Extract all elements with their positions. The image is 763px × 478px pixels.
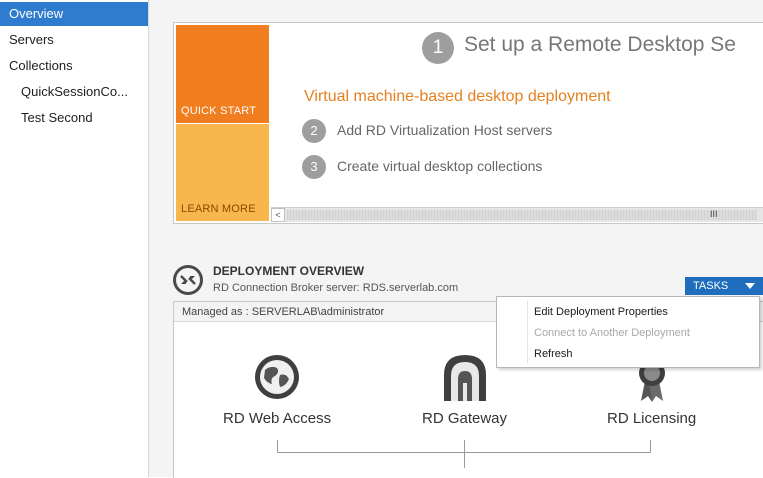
horizontal-scrollbar[interactable]: < III: [271, 207, 763, 222]
quick-start-title: Set up a Remote Desktop Se: [464, 33, 736, 56]
menu-item-edit-deployment-properties[interactable]: Edit Deployment Properties: [497, 301, 759, 323]
main-content: QUICK START LEARN MORE 1 Set up a Remote…: [149, 0, 763, 478]
connector-line: [650, 440, 651, 453]
quick-start-tile[interactable]: QUICK START: [176, 25, 269, 123]
role-label-web-access[interactable]: RD Web Access: [223, 410, 331, 427]
deployment-icon: [173, 265, 203, 295]
connector-line: [464, 440, 465, 468]
sidebar-item-overview[interactable]: Overview: [0, 2, 148, 26]
step-2-link[interactable]: Add RD Virtualization Host servers: [337, 122, 552, 138]
step-3-badge: 3: [302, 155, 326, 179]
scrollbar-grip-icon: III: [710, 209, 718, 219]
gateway-icon: [442, 353, 488, 403]
sidebar-item-servers[interactable]: Servers: [0, 28, 148, 52]
role-label-licensing[interactable]: RD Licensing: [607, 410, 696, 427]
deployment-overview-title: DEPLOYMENT OVERVIEW: [213, 264, 365, 278]
tasks-dropdown-button[interactable]: TASKS: [685, 277, 763, 295]
menu-item-refresh[interactable]: Refresh: [497, 343, 759, 365]
tasks-menu: Edit Deployment Properties Connect to An…: [496, 296, 760, 368]
step-2-badge: 2: [302, 119, 326, 143]
step-1-badge: 1: [422, 32, 454, 64]
step-3-link[interactable]: Create virtual desktop collections: [337, 158, 542, 174]
globe-icon: [253, 353, 301, 401]
sidebar-item-quicksession[interactable]: QuickSessionCo...: [0, 80, 148, 104]
connector-line: [277, 440, 278, 453]
scroll-left-arrow-icon[interactable]: <: [271, 208, 285, 222]
quick-start-label: QUICK START: [181, 105, 257, 117]
learn-more-tile[interactable]: LEARN MORE: [176, 124, 269, 221]
role-label-gateway[interactable]: RD Gateway: [422, 410, 507, 427]
quick-start-panel: QUICK START LEARN MORE 1 Set up a Remote…: [173, 22, 763, 224]
chevron-down-icon: [745, 283, 755, 289]
menu-item-connect-another-deployment: Connect to Another Deployment: [534, 327, 690, 339]
sidebar-item-collections[interactable]: Collections: [0, 54, 148, 78]
scrollbar-thumb[interactable]: [287, 210, 757, 220]
tasks-label: TASKS: [693, 280, 729, 292]
sidebar-item-test-second[interactable]: Test Second: [0, 106, 148, 130]
quick-start-subtitle: Virtual machine-based desktop deployment: [304, 88, 611, 105]
connection-broker-text: RD Connection Broker server: RDS.serverl…: [213, 282, 459, 294]
sidebar: Overview Servers Collections QuickSessio…: [0, 0, 149, 477]
learn-more-label: LEARN MORE: [181, 203, 256, 215]
